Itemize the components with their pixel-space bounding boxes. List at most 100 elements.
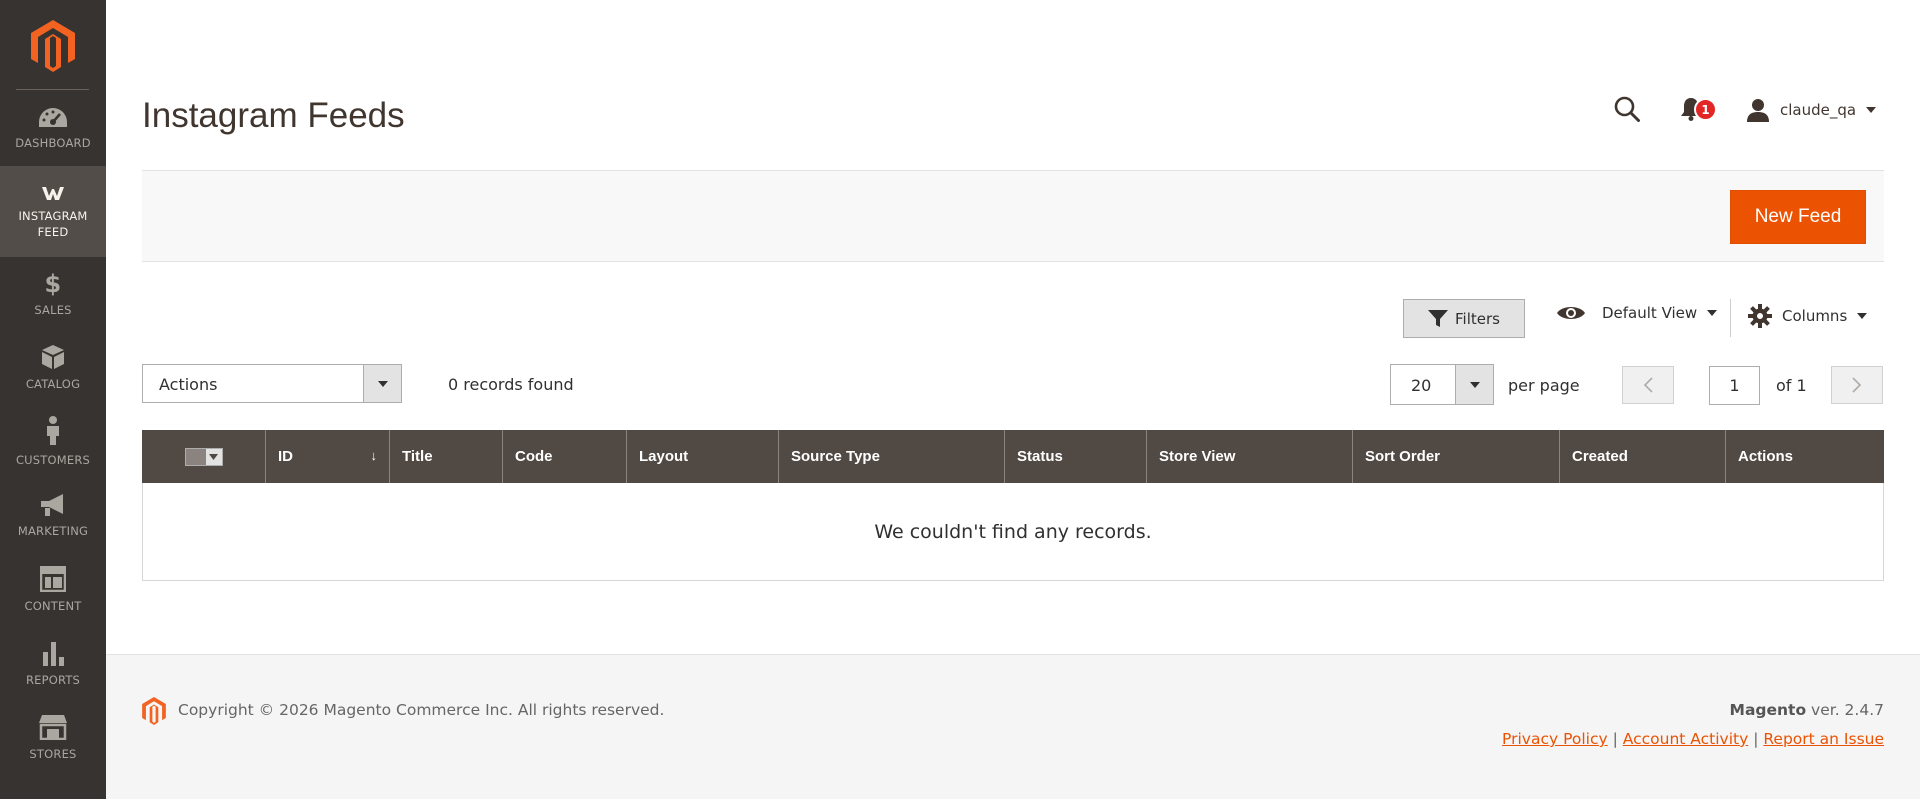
filters-button[interactable]: Filters	[1403, 299, 1525, 338]
notification-count-badge[interactable]: 1	[1694, 98, 1717, 121]
search-icon	[1614, 96, 1640, 122]
caret-down-icon	[1857, 313, 1868, 319]
sidebar-item-customers[interactable]: CUSTOMERS	[0, 405, 106, 479]
sidebar-item-instagram-feed[interactable]: INSTAGRAM FEED	[0, 166, 106, 257]
sidebar-item-stores[interactable]: STORES	[0, 701, 106, 775]
sidebar-item-label: DASHBOARD	[15, 136, 91, 150]
sort-desc-icon: ↓	[370, 448, 378, 463]
column-header-label: Actions	[1738, 448, 1794, 465]
search-button[interactable]	[1614, 96, 1640, 126]
chevron-down-icon	[205, 448, 222, 465]
column-header-label: Code	[515, 448, 553, 465]
feeds-grid: ID ↓ Title Code Layout Source Type Statu…	[142, 430, 1884, 581]
sidebar-item-reports[interactable]: REPORTS	[0, 627, 106, 701]
mass-select-header[interactable]	[142, 430, 266, 483]
column-header-label: Store View	[1159, 448, 1236, 465]
privacy-policy-link[interactable]: Privacy Policy	[1502, 730, 1608, 748]
copyright-text: Copyright © 2026 Magento Commerce Inc. A…	[178, 701, 665, 719]
caret-down-icon	[1707, 310, 1718, 316]
sidebar-item-marketing[interactable]: MARKETING	[0, 479, 106, 553]
mass-select-checkbox[interactable]	[184, 447, 223, 466]
next-page-button[interactable]	[1831, 366, 1883, 404]
sidebar-item-label: CATALOG	[25, 377, 81, 391]
chevron-down-icon	[1455, 365, 1493, 404]
sidebar-item-catalog[interactable]: CATALOG	[0, 331, 106, 405]
report-issue-link[interactable]: Report an Issue	[1763, 730, 1884, 748]
column-header-label: Title	[402, 448, 433, 465]
toolbar-divider	[1730, 299, 1731, 337]
sidebar-item-dashboard[interactable]: DASHBOARD	[0, 92, 106, 166]
new-feed-button[interactable]: New Feed	[1730, 190, 1866, 244]
column-header-source-type[interactable]: Source Type	[779, 430, 1005, 483]
page-total: of 1	[1776, 376, 1807, 395]
eye-icon	[1557, 307, 1585, 319]
dashboard-icon	[39, 108, 67, 127]
footer: Copyright © 2026 Magento Commerce Inc. A…	[106, 654, 1920, 799]
link-separator: |	[1753, 730, 1764, 748]
column-header-label: Source Type	[791, 448, 880, 465]
per-page-value: 20	[1411, 376, 1432, 395]
column-header-sort-order[interactable]: Sort Order	[1353, 430, 1560, 483]
dollar-icon: $	[45, 270, 62, 296]
per-page-select[interactable]: 20	[1390, 364, 1494, 405]
magento-logo-icon	[31, 20, 75, 72]
sidebar-item-sales[interactable]: $ SALES	[0, 257, 106, 331]
column-header-id[interactable]: ID ↓	[266, 430, 390, 483]
column-header-status[interactable]: Status	[1005, 430, 1147, 483]
bar-chart-icon	[43, 642, 64, 666]
columns-label: Columns	[1782, 307, 1848, 325]
sidebar-item-label: CUSTOMERS	[15, 453, 91, 467]
footer-links: Privacy Policy | Account Activity | Repo…	[1502, 730, 1884, 748]
column-header-label: Layout	[639, 448, 689, 465]
user-menu[interactable]: claude_qa	[1746, 98, 1877, 122]
per-page-label: per page	[1508, 376, 1580, 395]
sidebar-item-label: STORES	[29, 747, 77, 761]
gear-icon	[1748, 304, 1772, 328]
grid-header: ID ↓ Title Code Layout Source Type Statu…	[142, 430, 1884, 483]
mass-actions-label: Actions	[159, 375, 218, 394]
page-number-input[interactable]: 1	[1709, 366, 1760, 405]
megaphone-icon	[41, 494, 63, 516]
chevron-right-icon	[1852, 377, 1862, 393]
column-header-code[interactable]: Code	[503, 430, 627, 483]
chevron-left-icon	[1643, 377, 1653, 393]
link-separator: |	[1612, 730, 1623, 748]
brand-name: Magento	[1729, 701, 1807, 719]
store-icon	[39, 715, 67, 740]
column-header-layout[interactable]: Layout	[627, 430, 779, 483]
previous-page-button[interactable]	[1622, 366, 1674, 404]
magento-logo-icon	[142, 697, 166, 725]
sidebar-item-label: INSTAGRAM FEED	[18, 208, 88, 239]
instagram-feed-icon	[42, 186, 64, 200]
account-activity-link[interactable]: Account Activity	[1623, 730, 1748, 748]
main-content: Instagram Feeds 1 claude_qa New Feed Fil…	[106, 0, 1920, 799]
chevron-down-icon	[363, 365, 401, 402]
column-header-label: Sort Order	[1365, 448, 1441, 465]
column-header-actions: Actions	[1726, 430, 1884, 483]
magento-logo[interactable]	[0, 0, 106, 92]
sidebar-item-label: SALES	[34, 303, 72, 317]
column-header-title[interactable]: Title	[390, 430, 503, 483]
user-icon	[1747, 99, 1769, 122]
records-found: 0 records found	[448, 375, 574, 394]
sidebar-item-content[interactable]: CONTENT	[0, 553, 106, 627]
cube-icon	[42, 345, 64, 369]
version-number: ver. 2.4.7	[1811, 701, 1884, 719]
default-view-label: Default View	[1602, 304, 1698, 322]
default-view-dropdown[interactable]: Default View	[1556, 304, 1718, 322]
person-icon	[47, 416, 59, 445]
column-header-created[interactable]: Created	[1560, 430, 1726, 483]
column-header-label: ID	[278, 448, 293, 465]
mass-actions-select[interactable]: Actions	[142, 364, 402, 403]
filter-icon	[1428, 309, 1449, 327]
columns-dropdown[interactable]: Columns	[1748, 304, 1868, 328]
page-actions-bar: New Feed	[142, 170, 1884, 262]
sidebar: DASHBOARD INSTAGRAM FEED $ SALES CATALOG…	[0, 0, 106, 799]
column-header-store-view[interactable]: Store View	[1147, 430, 1353, 483]
column-header-label: Status	[1017, 448, 1063, 465]
sidebar-item-label: MARKETING	[17, 524, 89, 538]
page-title: Instagram Feeds	[142, 96, 405, 135]
layout-icon	[40, 566, 66, 592]
sidebar-item-label: REPORTS	[25, 673, 81, 687]
caret-down-icon	[1866, 107, 1877, 113]
